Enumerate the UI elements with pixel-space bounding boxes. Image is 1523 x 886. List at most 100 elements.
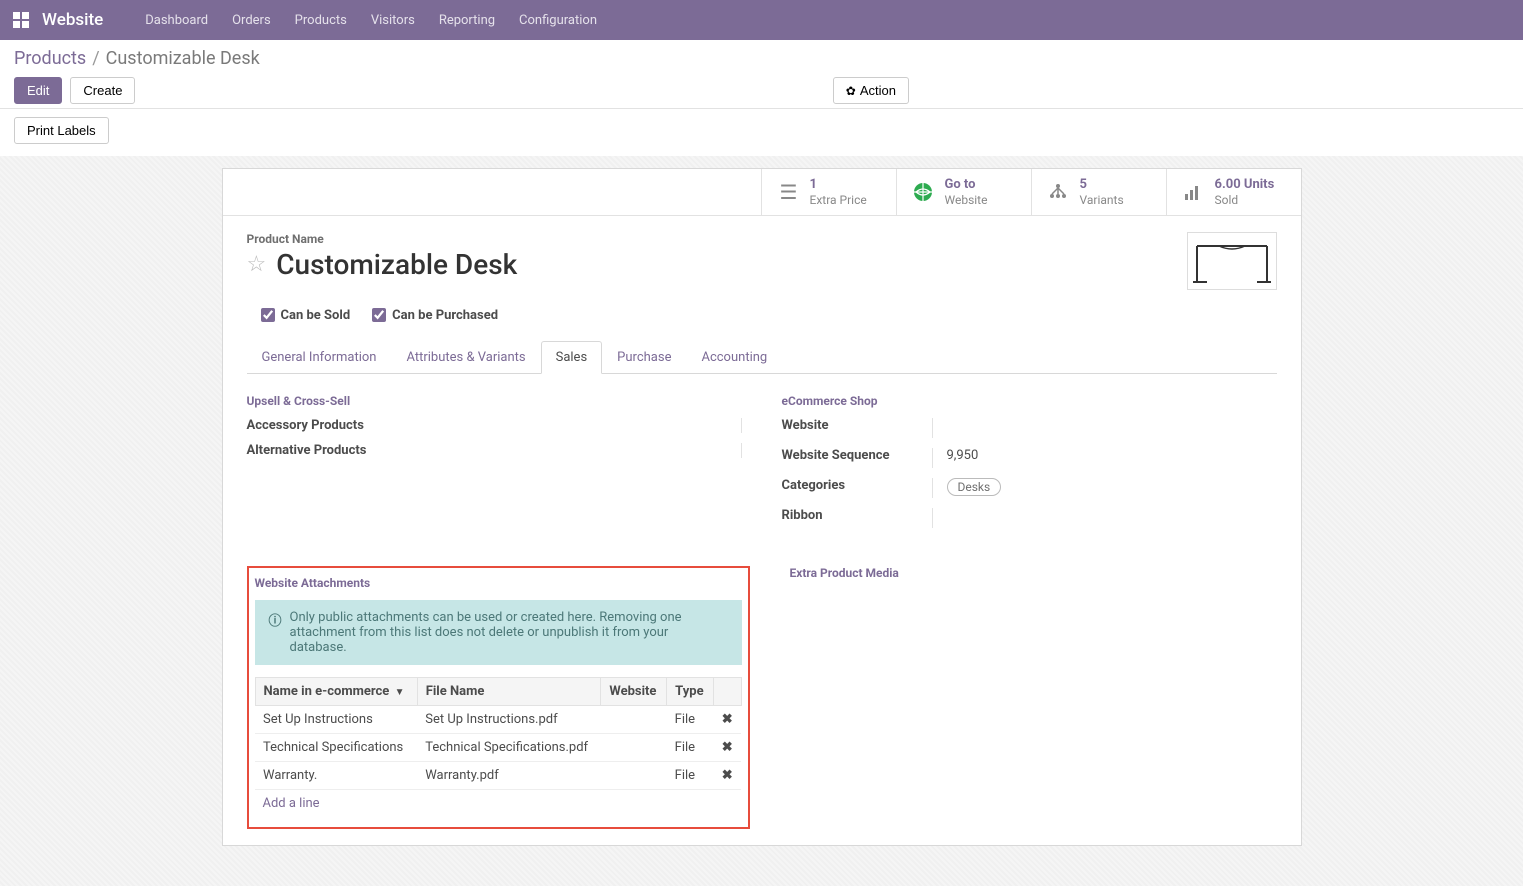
attachments-section: Website Attachments ⓘ Only public attach… — [247, 566, 750, 829]
stat-sold[interactable]: 6.00 Units Sold — [1166, 169, 1301, 215]
attachments-alert: ⓘ Only public attachments can be used or… — [255, 600, 742, 665]
website-value[interactable] — [932, 418, 1277, 438]
remove-icon[interactable]: ✖ — [713, 761, 741, 789]
col-file[interactable]: File Name — [417, 677, 601, 705]
can-be-sold-label: Can be Sold — [281, 308, 351, 323]
stat-value: 5 — [1080, 177, 1124, 193]
stat-label: Extra Price — [810, 193, 867, 207]
table-row[interactable]: Warranty. Warranty.pdf File ✖ — [255, 761, 741, 789]
gear-icon: ✿ — [846, 84, 856, 98]
breadcrumb-current: Customizable Desk — [106, 48, 260, 69]
variants-icon — [1048, 182, 1070, 202]
action-label: Action — [860, 83, 896, 98]
col-type[interactable]: Type — [667, 677, 714, 705]
bars-icon — [1183, 182, 1205, 202]
stat-value: Go to — [945, 177, 988, 193]
page-body: ☰ 1 Extra Price Go to Website — [0, 156, 1523, 886]
categories-value[interactable]: Desks — [932, 478, 1277, 498]
table-row[interactable]: Set Up Instructions Set Up Instructions.… — [255, 705, 741, 733]
sort-caret-icon: ▼ — [395, 687, 405, 698]
cell-website — [601, 705, 667, 733]
stat-label: Sold — [1215, 193, 1275, 207]
attachments-table: Name in e-commerce ▼ File Name Website T… — [255, 677, 742, 790]
stat-label: Variants — [1080, 193, 1124, 207]
apps-icon[interactable] — [12, 11, 30, 29]
product-name-label: Product Name — [247, 232, 518, 246]
cell-name: Set Up Instructions — [255, 705, 417, 733]
table-row[interactable]: Technical Specifications Technical Speci… — [255, 733, 741, 761]
product-image[interactable] — [1187, 232, 1277, 290]
can-be-purchased-checkbox[interactable]: Can be Purchased — [372, 308, 498, 323]
cell-name: Warranty. — [255, 761, 417, 789]
add-line-link[interactable]: Add a line — [255, 790, 742, 817]
tab-purchase[interactable]: Purchase — [602, 341, 686, 374]
product-name: Customizable Desk — [276, 248, 517, 281]
stat-variants[interactable]: 5 Variants — [1031, 169, 1166, 215]
tabs: General Information Attributes & Variant… — [247, 341, 1277, 374]
remove-icon[interactable]: ✖ — [713, 705, 741, 733]
tab-general[interactable]: General Information — [247, 341, 392, 374]
list-icon: ☰ — [778, 180, 800, 204]
edit-button[interactable]: Edit — [14, 77, 62, 104]
globe-icon — [913, 182, 935, 202]
upsell-title: Upsell & Cross-Sell — [247, 394, 742, 408]
nav-visitors[interactable]: Visitors — [359, 13, 427, 28]
nav-reporting[interactable]: Reporting — [427, 13, 507, 28]
breadcrumb-sep: / — [92, 48, 99, 69]
cell-type: File — [667, 705, 714, 733]
tab-attributes[interactable]: Attributes & Variants — [391, 341, 540, 374]
breadcrumb-root[interactable]: Products — [14, 48, 86, 69]
accessory-value[interactable] — [397, 418, 721, 433]
cell-website — [601, 733, 667, 761]
col-name[interactable]: Name in e-commerce ▼ — [255, 677, 417, 705]
tab-sales[interactable]: Sales — [541, 341, 603, 374]
breadcrumb: Products / Customizable Desk — [14, 48, 1509, 69]
can-be-purchased-input[interactable] — [372, 308, 386, 322]
create-button[interactable]: Create — [70, 77, 135, 104]
top-nav: Website Dashboard Orders Products Visito… — [0, 0, 1523, 40]
accessory-label: Accessory Products — [247, 418, 397, 433]
cell-type: File — [667, 733, 714, 761]
attachments-info: Only public attachments can be used or c… — [290, 610, 728, 655]
nav-products[interactable]: Products — [283, 13, 359, 28]
cell-name: Technical Specifications — [255, 733, 417, 761]
stat-goto-website[interactable]: Go to Website — [896, 169, 1031, 215]
category-tag[interactable]: Desks — [947, 478, 1002, 496]
categories-label: Categories — [782, 478, 932, 498]
tab-accounting[interactable]: Accounting — [686, 341, 782, 374]
action-button[interactable]: ✿ Action — [833, 77, 909, 104]
brand[interactable]: Website — [42, 10, 103, 30]
extra-media-title: Extra Product Media — [790, 566, 1277, 580]
ribbon-label: Ribbon — [782, 508, 932, 528]
ribbon-value[interactable] — [932, 508, 1277, 528]
stat-value: 1 — [810, 177, 867, 193]
cell-file: Set Up Instructions.pdf — [417, 705, 601, 733]
print-labels-button[interactable]: Print Labels — [14, 117, 109, 144]
cell-type: File — [667, 761, 714, 789]
sequence-value[interactable]: 9,950 — [932, 448, 1277, 468]
stat-buttons: ☰ 1 Extra Price Go to Website — [223, 169, 1301, 216]
can-be-sold-checkbox[interactable]: Can be Sold — [261, 308, 351, 323]
stat-value: 6.00 Units — [1215, 177, 1275, 193]
col-remove — [713, 677, 741, 705]
subheader: Products / Customizable Desk Edit Create… — [0, 40, 1523, 109]
star-icon[interactable]: ☆ — [247, 252, 267, 277]
nav-configuration[interactable]: Configuration — [507, 13, 609, 28]
website-label: Website — [782, 418, 932, 438]
nav-orders[interactable]: Orders — [220, 13, 283, 28]
cell-file: Technical Specifications.pdf — [417, 733, 601, 761]
attachments-title: Website Attachments — [255, 576, 742, 590]
remove-icon[interactable]: ✖ — [713, 733, 741, 761]
info-icon: ⓘ — [269, 610, 282, 629]
form-sheet: ☰ 1 Extra Price Go to Website — [222, 168, 1302, 846]
alternative-label: Alternative Products — [247, 443, 397, 458]
nav-dashboard[interactable]: Dashboard — [133, 13, 220, 28]
alternative-value[interactable] — [397, 443, 721, 458]
cell-file: Warranty.pdf — [417, 761, 601, 789]
ecommerce-title: eCommerce Shop — [782, 394, 1277, 408]
stat-label: Website — [945, 193, 988, 207]
col-website[interactable]: Website — [601, 677, 667, 705]
sequence-label: Website Sequence — [782, 448, 932, 468]
can-be-sold-input[interactable] — [261, 308, 275, 322]
stat-extra-price[interactable]: ☰ 1 Extra Price — [761, 169, 896, 215]
